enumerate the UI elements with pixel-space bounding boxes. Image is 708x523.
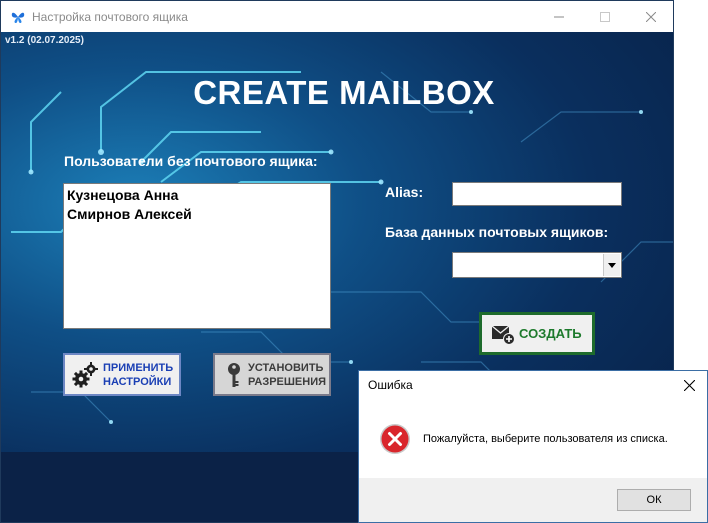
list-item[interactable]: Кузнецова Анна (67, 186, 327, 205)
perm-line1: УСТАНОВИТЬ (248, 361, 324, 374)
list-item[interactable]: Смирнов Алексей (67, 205, 327, 224)
create-button[interactable]: СОЗДАТЬ (479, 312, 595, 355)
key-icon (228, 362, 240, 387)
chevron-down-icon (608, 262, 616, 268)
maximize-button[interactable] (582, 1, 628, 32)
database-label: База данных почтовых ящиков: (385, 224, 609, 240)
users-label: Пользователи без почтового ящика: (64, 153, 318, 169)
page-title: CREATE MAILBOX (193, 74, 495, 111)
apply-settings-button[interactable]: ПРИМЕНИТЬ НАСТРОЙКИ (63, 353, 181, 396)
dialog-footer: ОК (359, 478, 707, 522)
database-select[interactable] (452, 252, 622, 278)
set-permissions-button[interactable]: УСТАНОВИТЬ РАЗРЕШЕНИЯ (213, 353, 331, 396)
apply-line2: НАСТРОЙКИ (103, 375, 172, 388)
close-button[interactable] (628, 1, 674, 32)
mail-add-icon (491, 324, 515, 345)
error-dialog: Ошибка Пожалуйста, выберите пользователя… (358, 370, 708, 523)
apply-line1: ПРИМЕНИТЬ (103, 361, 174, 374)
dialog-close-button[interactable] (671, 371, 707, 399)
create-button-label: СОЗДАТЬ (519, 326, 582, 341)
maximize-icon (600, 11, 610, 22)
alias-label: Alias: (385, 184, 424, 200)
dialog-title: Ошибка (368, 378, 413, 392)
perm-line2: РАЗРЕШЕНИЯ (248, 375, 327, 388)
dropdown-arrow-button[interactable] (603, 254, 620, 276)
dialog-message: Пожалуйста, выберите пользователя из спи… (423, 433, 668, 445)
minimize-button[interactable] (536, 1, 582, 32)
alias-input[interactable] (452, 182, 622, 206)
gears-icon (72, 361, 98, 387)
users-listbox[interactable]: Кузнецова Анна Смирнов Алексей (63, 183, 331, 329)
minimize-icon (554, 16, 564, 17)
error-icon (380, 424, 410, 454)
title-bar[interactable]: Настройка почтового ящика (1, 1, 673, 32)
window-title: Настройка почтового ящика (32, 10, 188, 24)
ok-button[interactable]: ОК (617, 489, 691, 511)
apply-settings-label: ПРИМЕНИТЬ НАСТРОЙКИ (103, 361, 173, 389)
app-butterfly-icon (11, 12, 25, 23)
close-icon (683, 379, 695, 391)
close-icon (646, 11, 656, 22)
version-label: v1.2 (02.07.2025) (5, 35, 84, 46)
set-permissions-label: УСТАНОВИТЬ РАЗРЕШЕНИЯ (248, 361, 326, 389)
